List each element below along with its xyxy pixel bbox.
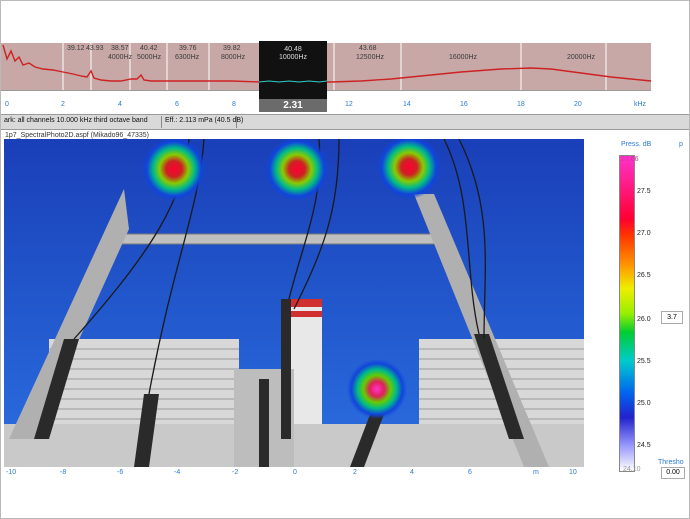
status-bar: ark: all channels 10.000 kHz third octav… (1, 114, 689, 130)
color-scale-tick: 27.0 (637, 230, 651, 237)
spectrum-tick-label: 14 (403, 101, 411, 108)
substation-image (4, 139, 584, 467)
spectrum-tick-label: 18 (517, 101, 525, 108)
band-level-label: 43.93 (86, 45, 104, 52)
spectrum-tick-label: 20 (574, 101, 582, 108)
photo-axis-tick: m (533, 469, 539, 476)
band-level-label: 40.42 (140, 45, 158, 52)
threshold-field[interactable]: 0.00 (661, 467, 685, 479)
band-level-label: 39.76 (179, 45, 197, 52)
application-window: 39.12 43.93 38.57 40.42 39.76 39.82 43.68 4000… (0, 0, 690, 519)
color-scale-tick: 26.0 (637, 316, 651, 323)
spectrum-plot[interactable]: 39.12 43.93 38.57 40.42 39.76 39.82 43.68 4000… (1, 39, 689, 112)
color-scale-tick: 26.5 (637, 272, 651, 279)
band-frequency-label: 5000Hz (137, 54, 162, 61)
color-scale-max: 27.66 (621, 156, 639, 163)
selected-band[interactable]: 40.48 10000Hz 2.31 (259, 41, 327, 112)
color-scale-bar[interactable] (619, 155, 635, 472)
spectrum-tick-label: 2 (61, 101, 65, 108)
color-scale-tick: 24.5 (637, 442, 651, 449)
band-frequency-label: 20000Hz (567, 54, 596, 61)
photo-axis-tick: -10 (6, 469, 17, 476)
spectrum-tick-label: 0 (5, 101, 9, 108)
band-frequency-label: 8000Hz (221, 54, 246, 61)
photo-axis-tick: 6 (468, 469, 472, 476)
spectrum-tick-label: 12 (345, 101, 353, 108)
band-frequency-label: 12500Hz (356, 54, 385, 61)
band-frequency-label: 4000Hz (108, 54, 133, 61)
photo-axis-tick: 0 (293, 469, 297, 476)
band-frequency-label: 6300Hz (175, 54, 200, 61)
band-level-label: 39.82 (223, 45, 241, 52)
threshold-label: Thresho (658, 459, 684, 466)
sound-source-hotspot (347, 359, 407, 419)
photo-caption: 1p7_SpectralPhoto2D.aspf (Mikado96_47335… (5, 132, 149, 139)
spectrum-unit-label: kHz (634, 101, 647, 108)
legend-title: Press. dB (621, 141, 652, 148)
legend-unit: p (679, 141, 683, 148)
color-scale-min: 24.10 (623, 466, 641, 473)
photo-axis-tick: 2 (353, 469, 357, 476)
status-effective-pressure: Eff.: 2.113 mPa (40.5 dB) (165, 117, 244, 124)
spectrum-tick-label: 8 (232, 101, 236, 108)
photo-axis-tick: -2 (232, 469, 239, 476)
photo-axis-tick: 10 (569, 469, 577, 476)
status-mark: ark: all channels 10.000 kHz third octav… (4, 117, 148, 124)
spectrum-tick-label: 4 (118, 101, 122, 108)
sound-source-hotspot (265, 139, 329, 201)
band-level-label: 39.12 (67, 45, 85, 52)
color-scale-tick: 27.5 (637, 188, 651, 195)
acoustic-photo[interactable] (4, 139, 584, 467)
band-level-label: 38.57 (111, 45, 129, 52)
spectrum-tick-label: 16 (460, 101, 468, 108)
color-scale-tick: 25.5 (637, 358, 651, 365)
photo-axis-tick: 4 (410, 469, 414, 476)
photo-x-axis: -10 -8 -6 -4 -2 0 2 4 6 m 10 (4, 467, 584, 479)
band-level-label: 43.68 (359, 45, 377, 52)
photo-axis-tick: -4 (174, 469, 181, 476)
spectrum-tick-label: 6 (175, 101, 179, 108)
photo-axis-tick: -6 (117, 469, 124, 476)
dynamic-range-field[interactable]: 3.7 (661, 311, 683, 324)
color-scale-tick: 25.0 (637, 400, 651, 407)
selected-band-trace (259, 80, 327, 83)
sound-source-hotspot (142, 139, 206, 201)
selected-band-value: 2.31 (259, 99, 327, 112)
photo-axis-tick: -8 (60, 469, 67, 476)
band-frequency-label: 16000Hz (449, 54, 478, 61)
